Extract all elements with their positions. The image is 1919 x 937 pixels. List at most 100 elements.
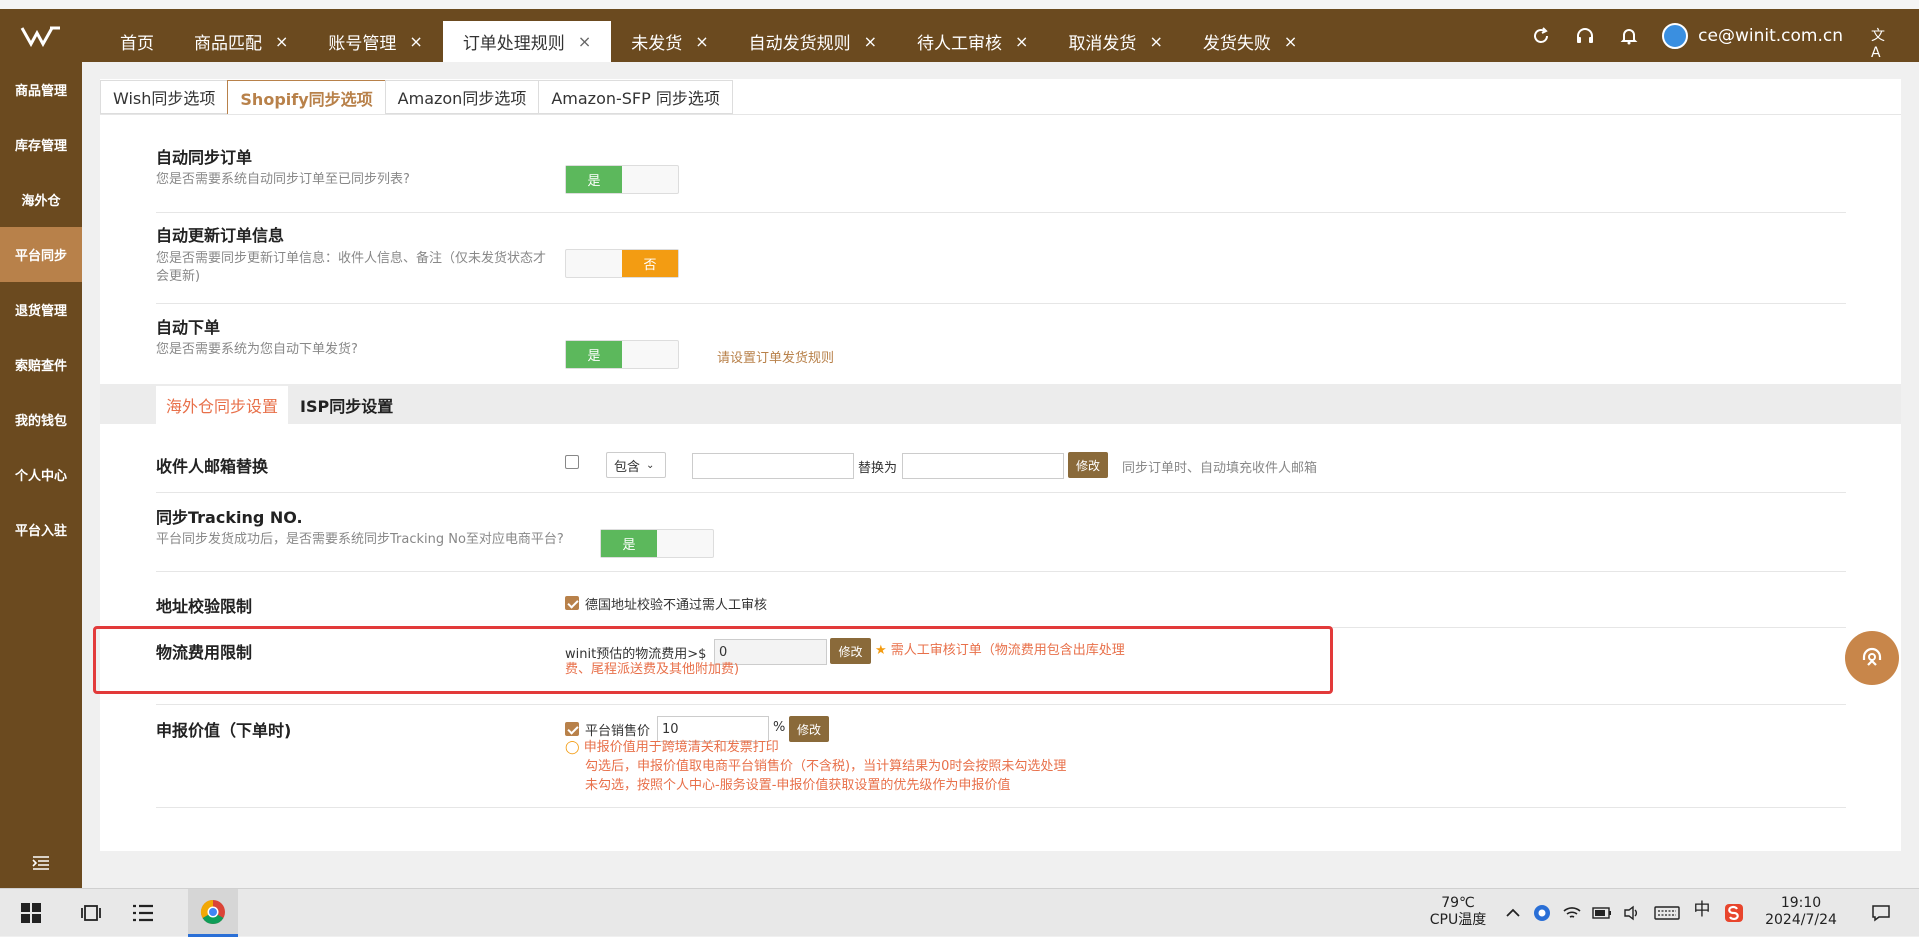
tab-isp-sync[interactable]: ISP同步设置 xyxy=(290,386,403,424)
support-chat-button[interactable] xyxy=(1845,631,1899,685)
tab-label: 待人工审核 xyxy=(917,34,1003,54)
close-icon[interactable]: × xyxy=(578,32,591,51)
tab-unshipped[interactable]: 未发货 × xyxy=(611,21,728,62)
toggle-label: 否 xyxy=(622,250,678,277)
windows-start-icon[interactable] xyxy=(14,889,48,937)
auto-sync-toggle[interactable]: 是 xyxy=(565,165,679,194)
keyboard-icon[interactable] xyxy=(1652,889,1682,937)
email-replace-checkbox[interactable] xyxy=(565,455,579,469)
tab-order-rules[interactable]: 订单处理规则 × xyxy=(442,21,612,62)
note-line: 未勾选，按照个人中心-服务设置-申报价值获取设置的优先级作为申报价值 xyxy=(585,778,1011,793)
close-icon[interactable]: × xyxy=(1149,32,1162,51)
subtab-amazon[interactable]: Amazon同步选项 xyxy=(384,80,540,114)
note-line: 申报价值用于跨境清关和发票打印 xyxy=(583,740,779,755)
toggle-label: 是 xyxy=(566,341,622,368)
cpu-temp-label: CPU温度 xyxy=(1429,912,1487,928)
sidebar-item-inventory[interactable]: 库存管理 xyxy=(0,117,82,172)
address-check-checkbox[interactable] xyxy=(565,596,579,610)
top-strip xyxy=(0,0,1919,9)
setting-title: 收件人邮箱替换 xyxy=(156,457,269,476)
subtab-amazon-sfp[interactable]: Amazon-SFP 同步选项 xyxy=(538,80,733,114)
winit-logo[interactable] xyxy=(0,9,82,62)
widgets-icon[interactable] xyxy=(126,889,160,937)
tracking-toggle[interactable]: 是 xyxy=(600,529,714,558)
email-match-input[interactable] xyxy=(692,453,854,479)
sidebar-item-label: 商品管理 xyxy=(14,84,67,99)
tab-cancel-ship[interactable]: 取消发货 × xyxy=(1048,21,1182,62)
sidebar-item-label: 库存管理 xyxy=(14,139,67,154)
tab-label: 商品匹配 xyxy=(194,34,262,54)
close-icon[interactable]: × xyxy=(695,32,708,51)
user-email[interactable]: ce@winit.com.cn xyxy=(1698,26,1843,46)
top-bar: 首页 商品匹配 × 账号管理 × 订单处理规则 × 未发货 × 自动发货规则 × 待人工审… xyxy=(0,0,1919,62)
setting-auto-update: 自动更新订单信息 您是否需要同步更新订单信息：收件人信息、备注（仅未发货状态才会… xyxy=(156,214,1846,304)
setting-title: 自动下单 xyxy=(156,318,221,337)
bell-icon[interactable] xyxy=(1618,25,1640,47)
headset-icon[interactable] xyxy=(1574,25,1596,47)
volume-icon[interactable] xyxy=(1620,889,1644,937)
wifi-icon[interactable] xyxy=(1560,889,1584,937)
close-icon[interactable]: × xyxy=(1015,32,1028,51)
avatar[interactable] xyxy=(1662,22,1689,49)
sidebar-item-returns[interactable]: 退货管理 xyxy=(0,282,82,337)
tab-account[interactable]: 账号管理 × xyxy=(308,21,442,62)
email-modify-button[interactable]: 修改 xyxy=(1068,452,1108,478)
tab-auto-ship-rules[interactable]: 自动发货规则 × xyxy=(729,21,897,62)
subtab-wish[interactable]: Wish同步选项 xyxy=(100,80,229,114)
sidebar-item-claims[interactable]: 索赔查件 xyxy=(0,337,82,392)
sidebar-item-onboarding[interactable]: 平台入驻 xyxy=(0,502,82,557)
setting-desc: 平台同步发货成功后，是否需要系统同步Tracking No至对应电商平台? xyxy=(156,532,564,547)
setting-title: 地址校验限制 xyxy=(156,597,253,616)
tab-label: 发货失败 xyxy=(1202,34,1271,54)
sidebar-item-profile[interactable]: 个人中心 xyxy=(0,447,82,502)
setting-tracking: 同步Tracking NO. 平台同步发货成功后，是否需要系统同步Trackin… xyxy=(156,494,1846,572)
task-view-icon[interactable] xyxy=(74,889,108,937)
translate-icon[interactable]: 文A xyxy=(1871,25,1893,61)
tab-warehouse-sync[interactable]: 海外仓同步设置 xyxy=(156,386,289,424)
tab-ship-failed[interactable]: 发货失败 × xyxy=(1183,21,1317,62)
notification-icon[interactable] xyxy=(1864,889,1898,937)
sync-option-tabs: Wish同步选项 Shopify同步选项 Amazon同步选项 Amazon-S… xyxy=(100,79,733,115)
sidebar-item-wallet[interactable]: 我的钱包 xyxy=(0,392,82,447)
close-icon[interactable]: × xyxy=(275,32,288,51)
main-panel: Wish同步选项 Shopify同步选项 Amazon同步选项 Amazon-S… xyxy=(100,79,1901,851)
sidebar-item-label: 个人中心 xyxy=(14,469,67,484)
sidebar: 商品管理 库存管理 海外仓 平台同步 退货管理 索赔查件 我的钱包 个人中心 平… xyxy=(0,62,82,888)
ime-indicator[interactable]: 中 xyxy=(1690,902,1714,919)
email-replace-input[interactable] xyxy=(902,453,1064,479)
windows-taskbar: 79℃ CPU温度 中 19:10 2024/7/24 xyxy=(0,888,1919,937)
browser-tray-icon[interactable] xyxy=(1530,889,1554,937)
cpu-temp-widget[interactable]: 79℃ CPU温度 xyxy=(1418,895,1498,929)
collapse-menu-icon[interactable] xyxy=(0,848,82,878)
tab-product-match[interactable]: 商品匹配 × xyxy=(174,21,308,62)
sidebar-item-products[interactable]: 商品管理 xyxy=(0,62,82,117)
auto-order-toggle[interactable]: 是 xyxy=(565,340,679,369)
chevron-up-icon[interactable] xyxy=(1502,889,1524,937)
platform-price-checkbox[interactable] xyxy=(565,722,579,736)
clock[interactable]: 19:10 2024/7/24 xyxy=(1756,895,1846,929)
percent-unit: % xyxy=(773,720,786,735)
match-mode-select[interactable]: 包含 ⌄ xyxy=(606,452,666,478)
close-icon[interactable]: × xyxy=(409,32,422,51)
subtab-shopify[interactable]: Shopify同步选项 xyxy=(227,80,386,115)
address-check-label: 德国地址校验不通过需人工审核 xyxy=(585,598,768,613)
setting-email-replace: 收件人邮箱替换 包含 ⌄ 替换为 修改 同步订单时、自动填充收件人邮箱 xyxy=(156,424,1846,493)
tab-home[interactable]: 首页 xyxy=(100,21,174,62)
close-icon[interactable]: × xyxy=(864,32,877,51)
tab-manual-review[interactable]: 待人工审核 × xyxy=(897,21,1048,62)
sidebar-item-warehouse[interactable]: 海外仓 xyxy=(0,172,82,227)
chrome-taskbar-icon[interactable] xyxy=(188,889,238,937)
set-shipping-rules-link[interactable]: 请设置订单发货规则 xyxy=(717,347,834,366)
sogou-ime-icon[interactable] xyxy=(1722,889,1746,937)
toggle-label: 是 xyxy=(601,530,657,557)
tab-label: 取消发货 xyxy=(1068,34,1137,54)
sidebar-item-platform-sync[interactable]: 平台同步 xyxy=(0,227,82,282)
refresh-icon[interactable] xyxy=(1530,25,1552,47)
note-line: 勾选后，申报价值取电商平台销售价（不含税)，当计算结果为0时会按照未勾选处理 xyxy=(585,759,1067,774)
chevron-down-icon: ⌄ xyxy=(646,459,655,471)
close-icon[interactable]: × xyxy=(1284,32,1297,51)
sidebar-item-label: 平台同步 xyxy=(14,249,67,264)
auto-update-toggle[interactable]: 否 xyxy=(565,249,679,278)
declared-notes: ◯ 申报价值用于跨境清关和发票打印 勾选后，申报价值取电商平台销售价（不含税)，… xyxy=(565,738,1066,795)
battery-icon[interactable] xyxy=(1590,889,1614,937)
